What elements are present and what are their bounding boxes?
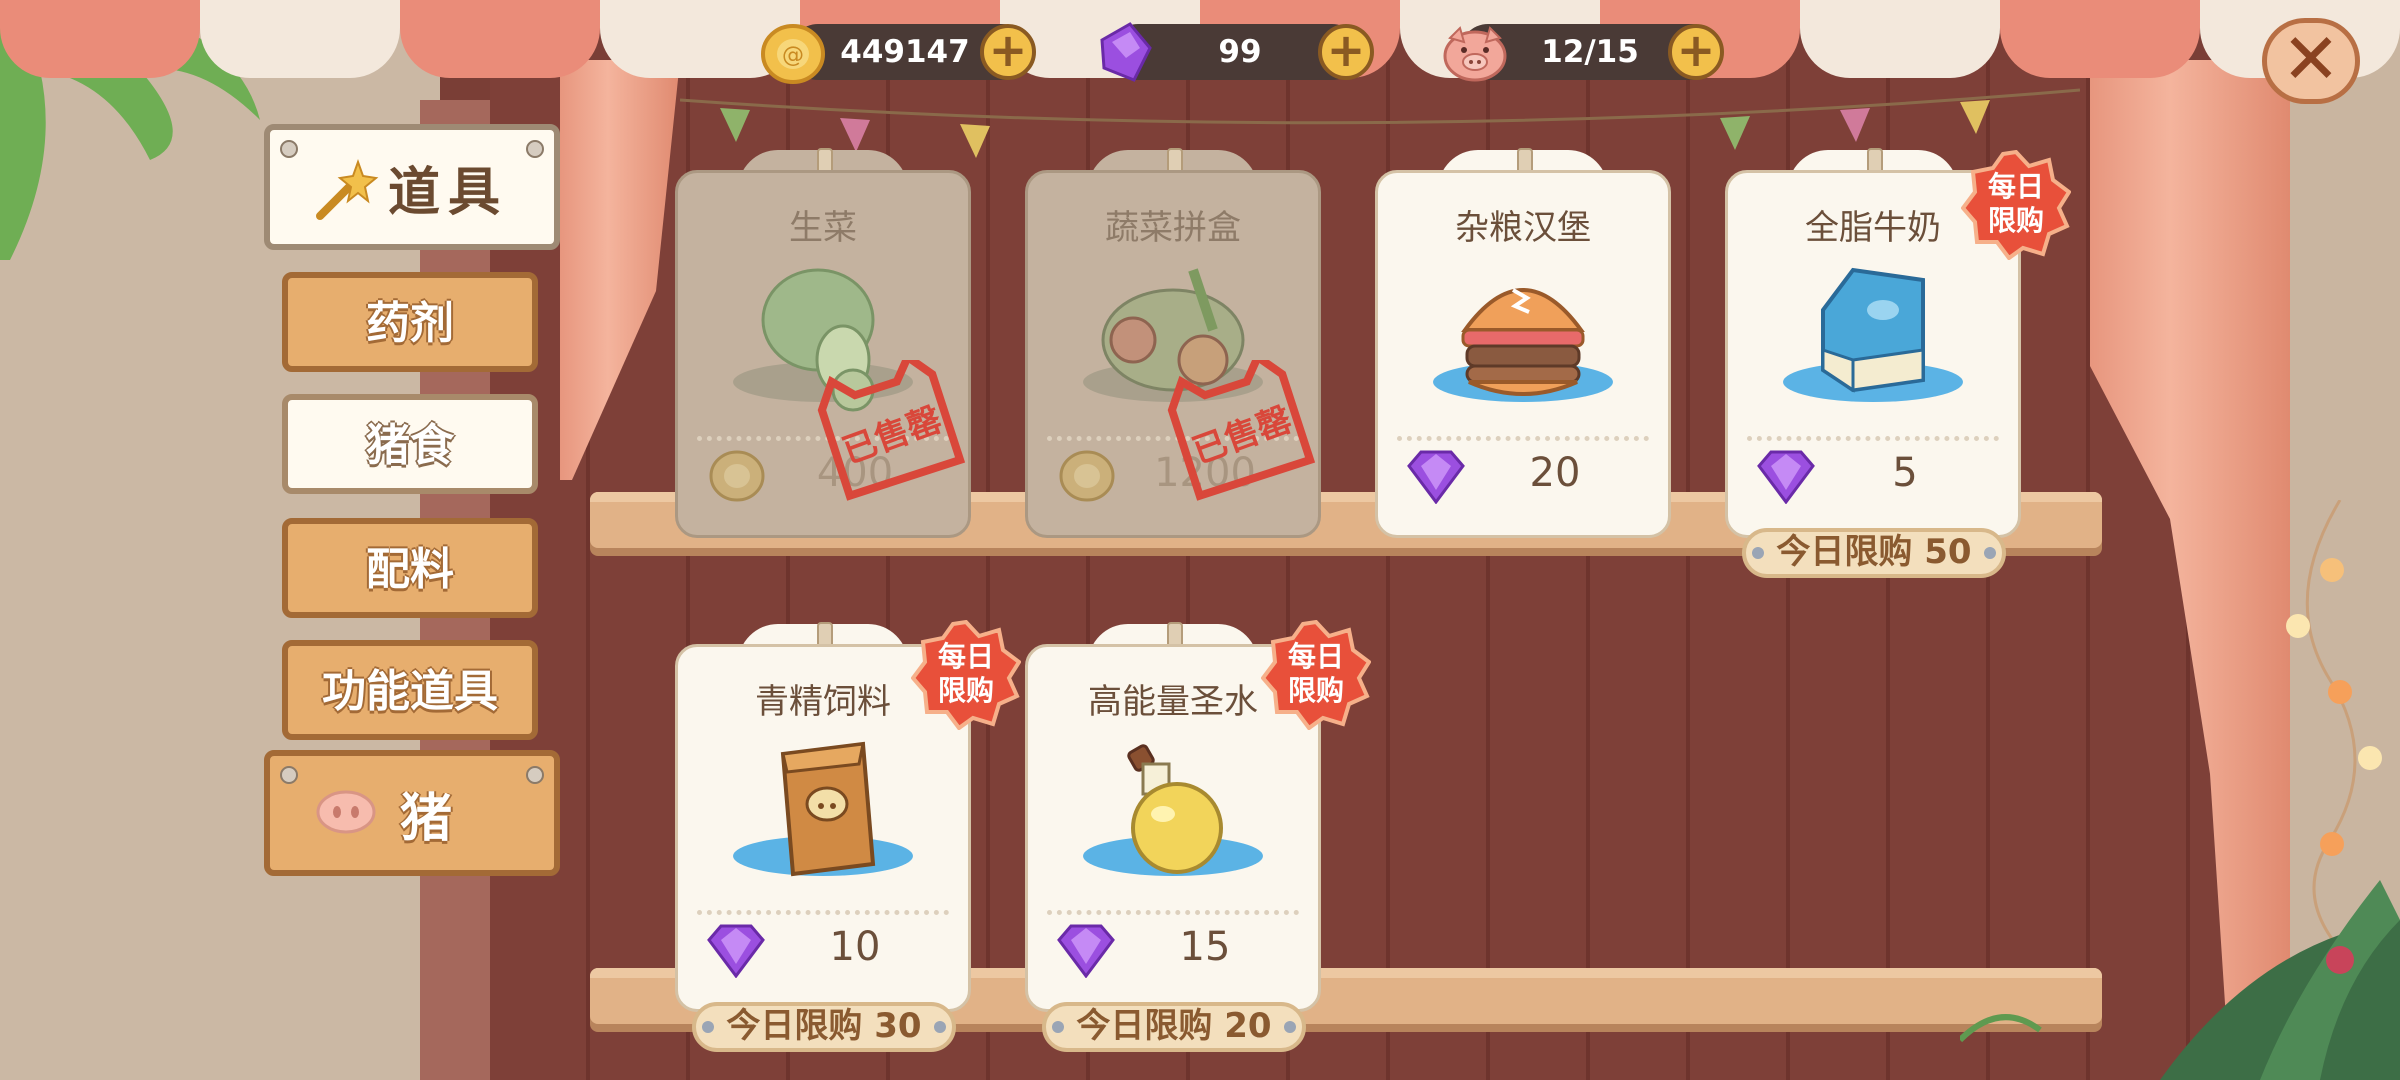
price-divider: [1747, 436, 1999, 441]
badge-line-2: 限购: [1287, 674, 1344, 707]
add-gems-button[interactable]: +: [1318, 24, 1374, 80]
limit-dot: [1052, 1021, 1064, 1033]
pig-nose-icon: [316, 790, 376, 834]
pig-face-icon: [1443, 26, 1507, 82]
price-divider: [1397, 436, 1649, 441]
daily-purchase-limit: 今日限购 20: [1042, 1002, 1306, 1052]
category-functional-items[interactable]: 功能道具: [282, 640, 538, 740]
nail: [526, 766, 544, 784]
close-button[interactable]: ✕: [2262, 18, 2360, 104]
nail: [280, 766, 298, 784]
category-pig-food[interactable]: 猪食: [282, 394, 538, 494]
sold-out-stamp: 已售罄: [1161, 350, 1321, 510]
category-pig-label: 猪: [400, 789, 453, 849]
limit-dot: [1752, 547, 1764, 559]
purple-gem-icon: [1100, 22, 1152, 82]
gold-coin-icon: [709, 450, 765, 502]
item-price: 15: [1179, 924, 1231, 970]
daily-limit-badge: 每日 限购: [1261, 620, 1371, 730]
purple-gem-icon: [1757, 450, 1815, 504]
limit-dot: [1984, 547, 1996, 559]
potion-flask-icon: [1127, 744, 1223, 874]
category-potion[interactable]: 药剂: [282, 272, 538, 372]
gold-coin-icon: @: [761, 24, 825, 84]
purple-gem-icon: [1407, 450, 1465, 504]
daily-limit-badge: 每日 限购: [911, 620, 1021, 730]
gold-coin-icon: [1059, 450, 1115, 502]
burger-icon: [1461, 288, 1585, 396]
category-header-items[interactable]: 道具: [264, 124, 560, 250]
plant-decoration: [1960, 880, 2400, 1080]
add-coins-button[interactable]: +: [980, 24, 1036, 80]
limit-dot: [702, 1021, 714, 1033]
badge-line-2: 限购: [937, 674, 994, 707]
sold-out-stamp: 已售罄: [811, 350, 971, 510]
badge-line-1: 每日: [937, 640, 994, 673]
pig-capacity: 12/15: [1541, 34, 1639, 70]
magic-wand-icon: [316, 159, 379, 220]
daily-limit-badge: 每日 限购: [1961, 150, 2071, 260]
limit-dot: [934, 1021, 946, 1033]
milk-carton-icon: [1821, 267, 1925, 393]
svg-text:@: @: [782, 43, 804, 68]
daily-purchase-limit: 今日限购 50: [1742, 528, 2006, 578]
item-price: 20: [1529, 450, 1581, 496]
category-ingredients[interactable]: 配料: [282, 518, 538, 618]
nail: [526, 140, 544, 158]
item-name: 蔬菜拼盒: [1105, 208, 1241, 248]
category-header-label: 道具: [388, 163, 509, 223]
purple-gem-icon: [1057, 924, 1115, 978]
price-divider: [1047, 910, 1299, 915]
price-divider: [697, 910, 949, 915]
gem-amount: 99: [1218, 34, 1262, 70]
item-price: 5: [1892, 450, 1918, 496]
coin-amount: 449147: [840, 34, 970, 70]
category-pig[interactable]: 猪: [264, 750, 560, 876]
daily-purchase-limit: 今日限购 30: [692, 1002, 956, 1052]
purple-gem-icon: [707, 924, 765, 978]
item-name: 杂粮汉堡: [1455, 208, 1591, 248]
limit-dot: [1284, 1021, 1296, 1033]
badge-line-1: 每日: [1287, 640, 1344, 673]
item-price: 10: [829, 924, 881, 970]
item-name: 生菜: [789, 208, 857, 248]
badge-line-2: 限购: [1987, 204, 2044, 237]
nail: [280, 140, 298, 158]
badge-line-1: 每日: [1987, 170, 2044, 203]
feed-bag-icon: [780, 741, 876, 877]
add-pig-slot-button[interactable]: +: [1668, 24, 1724, 80]
